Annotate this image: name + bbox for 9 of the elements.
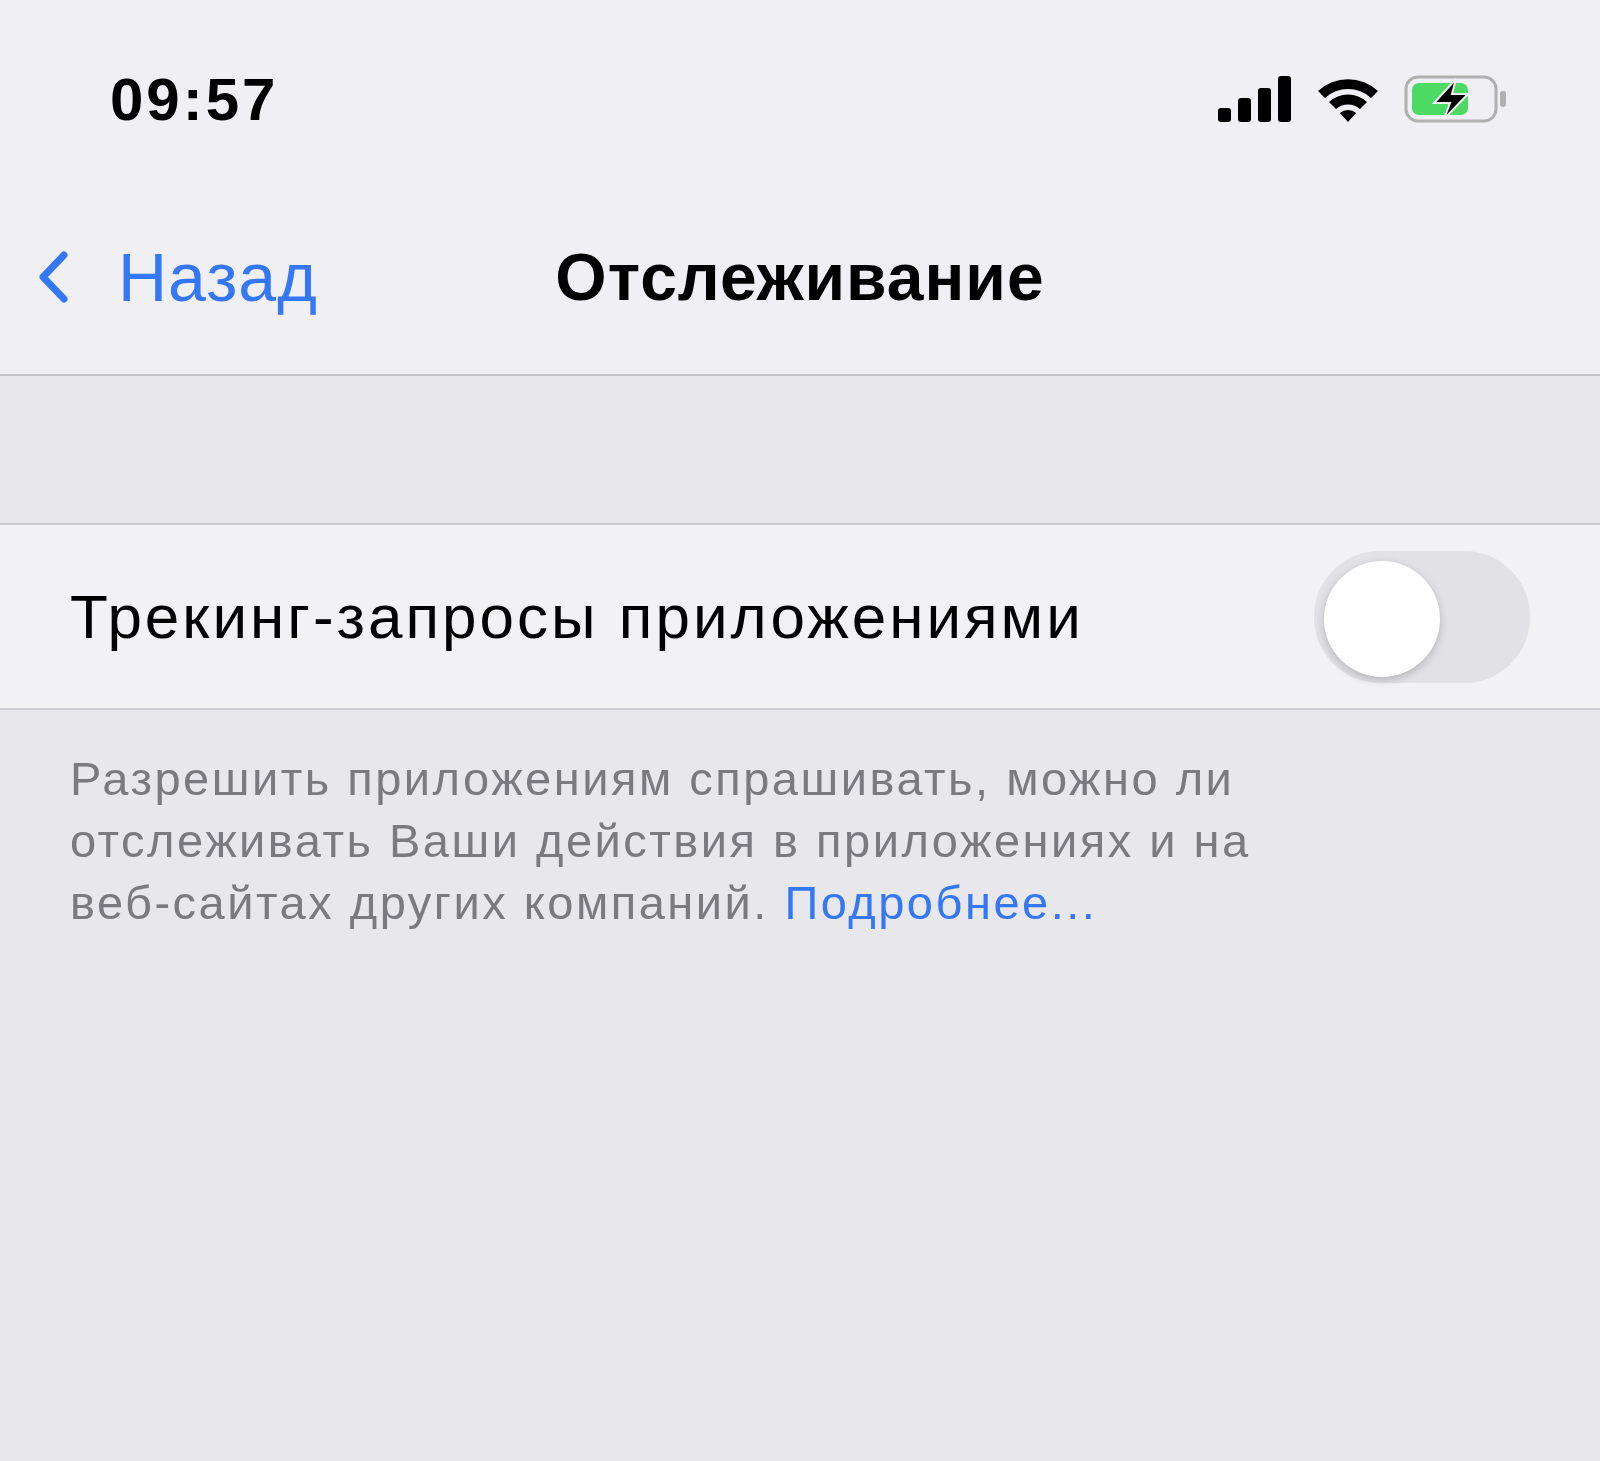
- nav-title: Отслеживание: [555, 239, 1045, 315]
- learn-more-link[interactable]: Подробнее...: [784, 876, 1098, 929]
- signal-icon: [1218, 76, 1292, 122]
- setting-label: Трекинг-запросы приложениями: [70, 581, 1084, 652]
- back-label: Назад: [118, 238, 318, 316]
- footer-text: Разрешить приложениям спрашивать, можно ли отслеживать Ваши действия в приложениях и на веб-сайтах других компаний. Подробнее...: [70, 751, 1252, 931]
- chevron-icon: [38, 251, 68, 303]
- status-time: 09:57: [110, 64, 279, 134]
- back-button[interactable]: Назад: [0, 238, 318, 316]
